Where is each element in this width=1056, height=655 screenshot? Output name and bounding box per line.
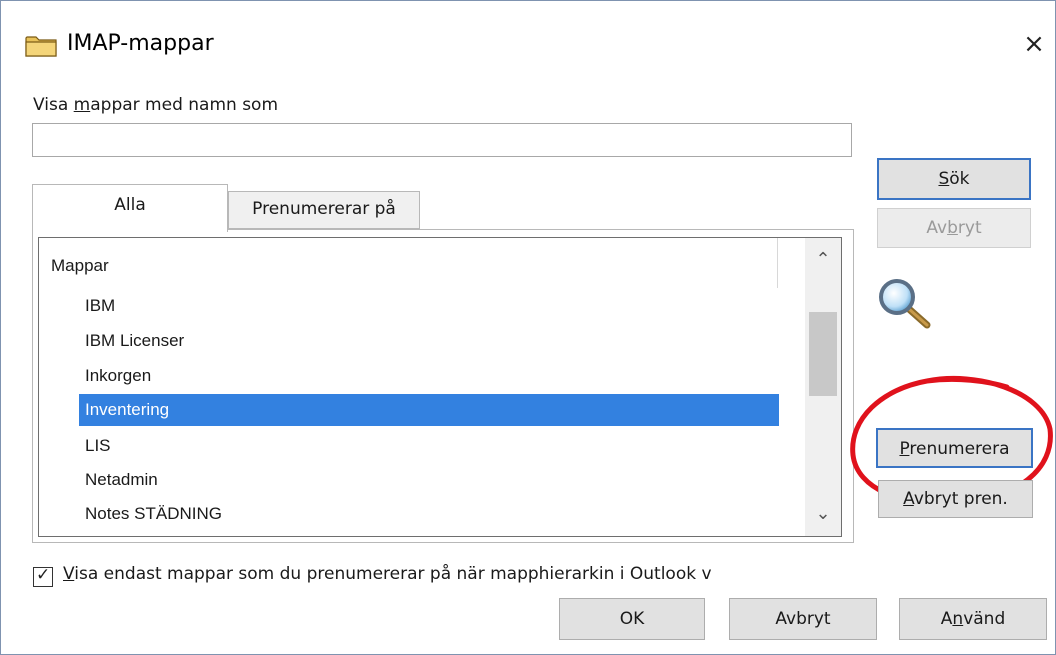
subscribed-only-label[interactable]: Visa endast mappar som du prenumererar p… xyxy=(63,564,712,584)
scroll-down-icon[interactable]: ⌄ xyxy=(805,496,841,532)
vertical-scrollbar[interactable]: ⌃ ⌄ xyxy=(805,238,841,536)
scroll-thumb[interactable] xyxy=(809,312,837,396)
title-bar: IMAP-mappar × xyxy=(1,1,1055,81)
folder-listbox[interactable]: Mappar IBM IBM Licenser Inkorgen Invente… xyxy=(38,237,842,537)
folder-item-ibm-licenser[interactable]: IBM Licenser xyxy=(79,325,779,357)
tab-subscribed[interactable]: Prenumererar på xyxy=(228,191,420,229)
folder-item-netadmin[interactable]: Netadmin xyxy=(79,464,779,496)
search-button[interactable]: Sök xyxy=(877,158,1031,200)
filter-label: Visa mappar med namn som xyxy=(33,95,279,115)
folder-icon xyxy=(25,36,57,57)
close-button[interactable]: × xyxy=(1019,27,1049,61)
folder-item-lis[interactable]: LIS xyxy=(79,430,779,462)
tab-all[interactable]: Alla xyxy=(32,184,228,232)
checkmark-icon: ✓ xyxy=(36,565,51,585)
ok-button[interactable]: OK xyxy=(559,598,705,640)
header-divider xyxy=(777,238,778,288)
unsubscribe-button[interactable]: Avbryt pren. xyxy=(878,480,1033,518)
subscribed-only-checkbox[interactable]: ✓ xyxy=(33,565,53,587)
apply-button[interactable]: Använd xyxy=(899,598,1047,640)
dialog-title: IMAP-mappar xyxy=(67,31,214,56)
folder-item-inventering[interactable]: Inventering xyxy=(79,394,779,426)
folder-item-notes-stadning[interactable]: Notes STÄDNING xyxy=(79,498,779,530)
folder-item-ibm[interactable]: IBM xyxy=(79,290,779,322)
magnifier-icon xyxy=(879,279,931,329)
imap-folders-dialog: IMAP-mappar × Visa mappar med namn som A… xyxy=(0,0,1056,655)
folder-list-header: Mappar xyxy=(51,256,109,275)
subscribe-button[interactable]: Prenumerera xyxy=(876,428,1033,468)
cancel-button[interactable]: Avbryt xyxy=(729,598,877,640)
scroll-up-icon[interactable]: ⌃ xyxy=(805,242,841,278)
folder-name-filter-input[interactable] xyxy=(32,123,852,157)
cancel-search-button[interactable]: Avbryt xyxy=(877,208,1031,248)
folder-item-inkorgen[interactable]: Inkorgen xyxy=(79,360,779,392)
